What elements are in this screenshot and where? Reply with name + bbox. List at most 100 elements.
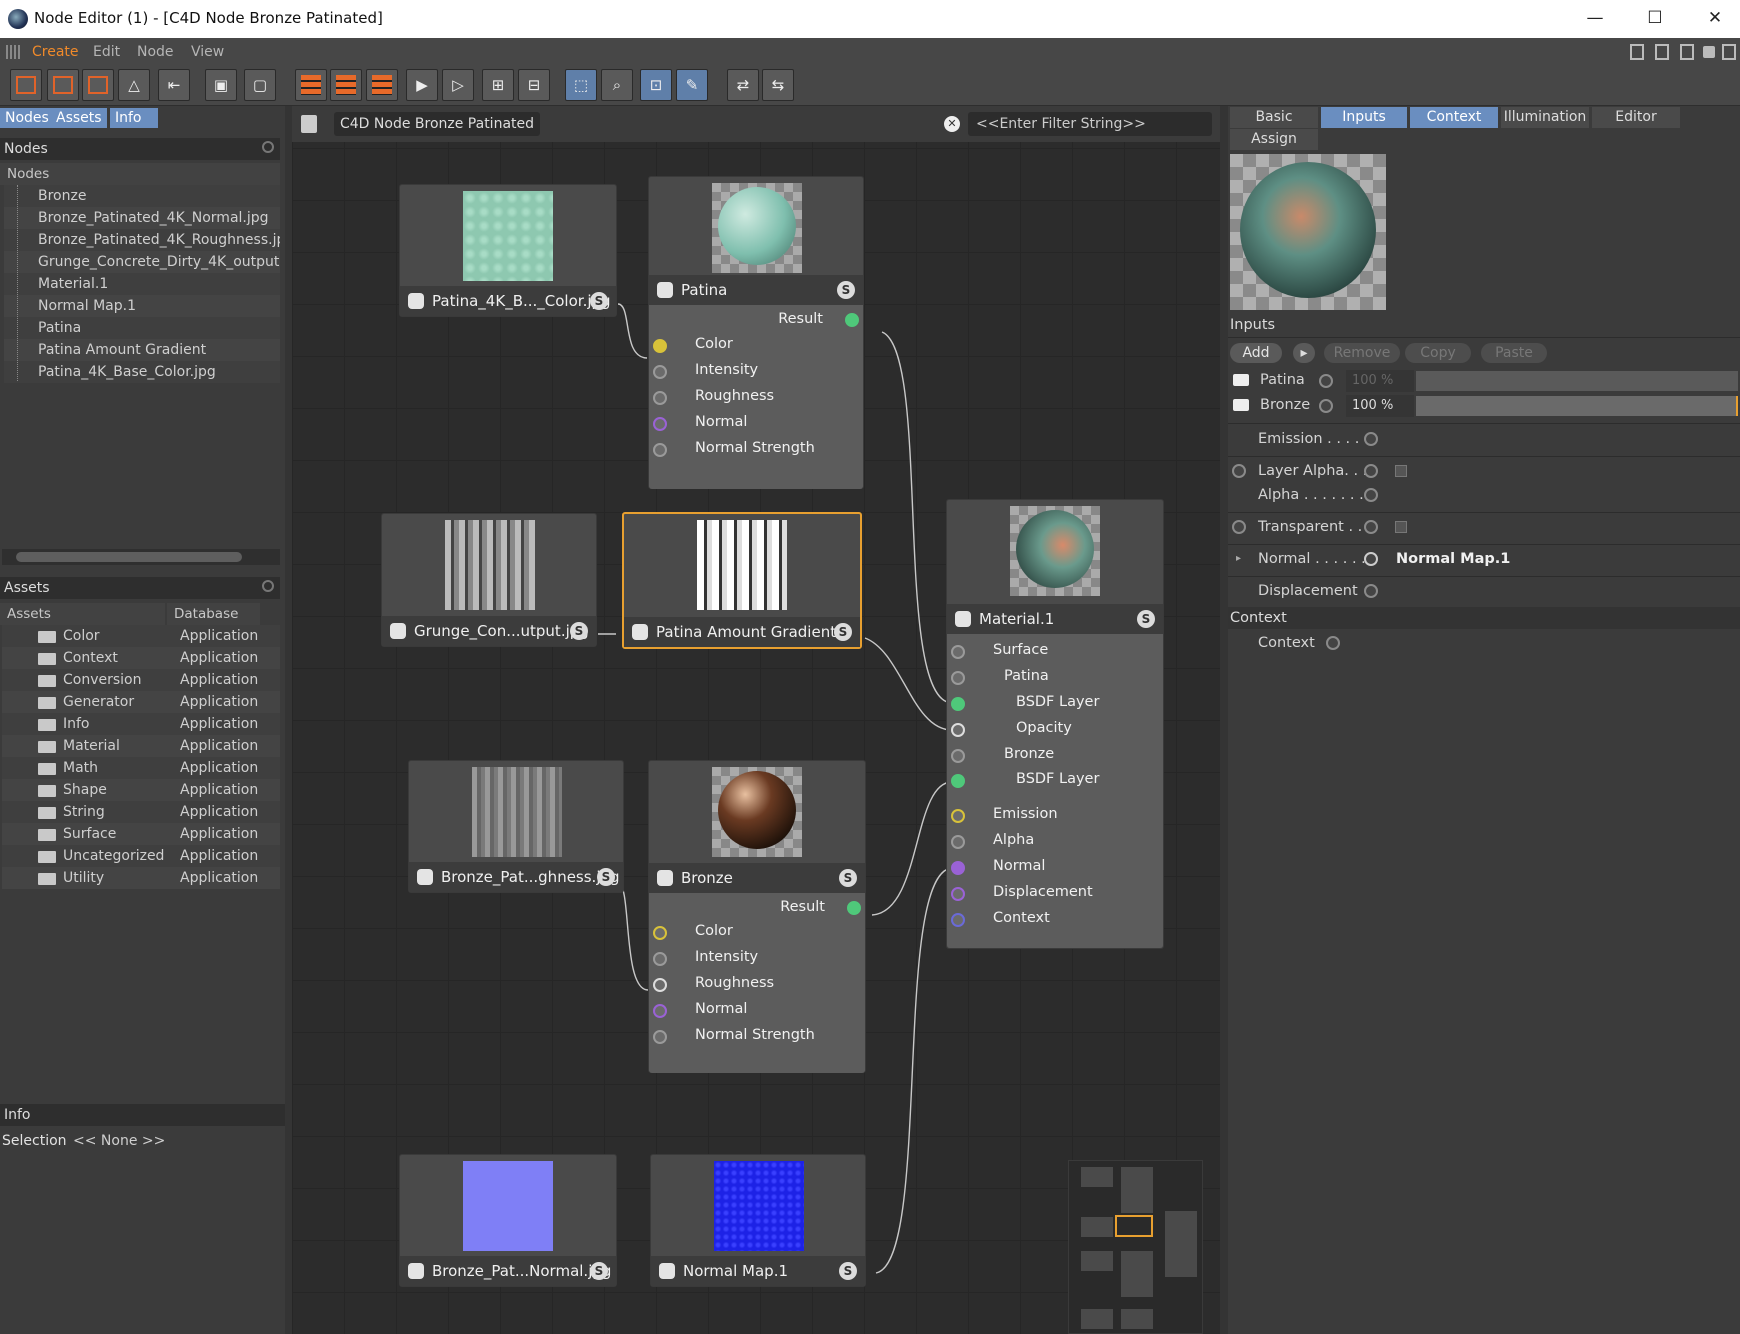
layer-alpha-enable-icon[interactable] [1232, 464, 1246, 478]
breadcrumb[interactable]: C4D Node Bronze Patinated [334, 112, 541, 136]
asset-row-shape[interactable]: Shape Application [2, 779, 280, 801]
node-material[interactable]: Material.1 S Surface Patina BSDF Layer Op… [946, 499, 1164, 949]
input-port-normal[interactable] [653, 1004, 667, 1018]
input-port-emission[interactable] [951, 809, 965, 823]
transparent-enable-icon[interactable] [1232, 520, 1246, 534]
arrange-icon[interactable]: ⊞ [482, 69, 514, 101]
alpha-port-icon[interactable] [1364, 488, 1378, 502]
lock-icon[interactable] [1703, 46, 1715, 58]
menu-view[interactable]: View [191, 44, 224, 60]
asset-row-conversion[interactable]: Conversion Application [2, 669, 280, 691]
layout-icon[interactable] [1680, 44, 1694, 60]
solo-badge-icon[interactable]: S [597, 868, 615, 886]
node-patina-color-texture[interactable]: Patina_4K_B..._Color.jpg S [399, 184, 617, 317]
database-column-header[interactable]: Database [167, 603, 260, 625]
normal-link-value[interactable]: Normal Map.1 [1396, 551, 1510, 567]
output-port[interactable] [845, 313, 859, 327]
add-port-icon[interactable] [82, 69, 114, 101]
input-port-context[interactable] [951, 913, 965, 927]
input-port-normal[interactable] [951, 861, 965, 875]
tab-basic[interactable]: Basic [1230, 107, 1318, 128]
input-port-alpha[interactable] [951, 835, 965, 849]
expand-icon[interactable] [330, 69, 362, 101]
asset-row-color[interactable]: Color Application [2, 625, 280, 647]
node-patina[interactable]: Patina S Result Color Intensity Roughness… [648, 176, 864, 489]
new-panel-icon[interactable] [1722, 44, 1736, 60]
eye-icon[interactable] [1233, 374, 1249, 386]
input-port-opacity[interactable] [951, 723, 965, 737]
add-button[interactable]: Add [1230, 343, 1282, 363]
transparent-port-icon[interactable] [1364, 520, 1378, 534]
add-arrow-icon[interactable]: ▸ [1293, 343, 1315, 363]
emission-port-icon[interactable] [1364, 432, 1378, 446]
graph-icon[interactable] [301, 115, 317, 133]
tab-info[interactable]: Info [110, 108, 158, 128]
input-port-roughness[interactable] [653, 978, 667, 992]
asset-row-string[interactable]: String Application [2, 801, 280, 823]
remove-button[interactable]: Remove [1324, 343, 1400, 363]
transparent-checkbox[interactable] [1395, 521, 1407, 533]
input-port-normal-strength[interactable] [653, 1030, 667, 1044]
tree-item[interactable]: Patina_4K_Base_Color.jpg [4, 361, 280, 383]
search-icon[interactable] [262, 580, 274, 592]
frame-selected-icon[interactable]: ⬚ [565, 69, 597, 101]
menu-create[interactable]: Create [32, 44, 79, 60]
tree-item-material[interactable]: Material.1 [4, 273, 280, 295]
asset-row-generator[interactable]: Generator Application [2, 691, 280, 713]
input-port-roughness[interactable] [653, 391, 667, 405]
solo-badge-icon[interactable]: S [839, 1262, 857, 1280]
material-preview[interactable] [1230, 154, 1386, 310]
eye-icon[interactable] [1233, 399, 1249, 411]
node-bronze-roughness-texture[interactable]: Bronze_Pat...ghness.jpg S [408, 760, 624, 893]
edit-icon[interactable]: ✎ [676, 69, 708, 101]
input-port-color[interactable] [653, 339, 667, 353]
solo-badge-icon[interactable]: S [839, 869, 857, 887]
step-icon[interactable]: ▷ [442, 69, 474, 101]
close-button[interactable]: ✕ [1685, 0, 1740, 38]
list-icon[interactable] [366, 69, 398, 101]
solo-badge-icon[interactable]: S [1137, 610, 1155, 628]
input-port-normal-strength[interactable] [653, 443, 667, 457]
align-icon[interactable]: ⊟ [518, 69, 550, 101]
layer-alpha-checkbox[interactable] [1395, 465, 1407, 477]
paste-button[interactable]: Paste [1481, 343, 1547, 363]
solo-badge-icon[interactable]: S [590, 1262, 608, 1280]
solo-badge-icon[interactable]: S [570, 622, 588, 640]
input-port-intensity[interactable] [653, 952, 667, 966]
input-port-color[interactable] [653, 926, 667, 940]
slider-bronze[interactable] [1416, 396, 1738, 416]
copy-button[interactable]: Copy [1405, 343, 1471, 363]
layer-alpha-port-icon[interactable] [1364, 464, 1378, 478]
play-icon[interactable]: ▶ [406, 69, 438, 101]
search-icon[interactable] [262, 141, 274, 153]
layout-icon[interactable] [1630, 44, 1644, 60]
asset-row-context[interactable]: Context Application [2, 647, 280, 669]
input-port-intensity[interactable] [653, 365, 667, 379]
unsolo-icon[interactable]: ▢ [244, 69, 276, 101]
input-port-displacement[interactable] [951, 887, 965, 901]
expand-arrow-icon[interactable]: ▸ [1236, 553, 1241, 564]
input-port-normal[interactable] [653, 417, 667, 431]
triangle-icon[interactable]: △ [118, 69, 150, 101]
keyframe-icon[interactable] [1319, 374, 1333, 388]
menu-node[interactable]: Node [137, 44, 174, 60]
clear-filter-icon[interactable]: ✕ [944, 116, 960, 132]
input-port-bsdf-layer[interactable] [951, 697, 965, 711]
output-port[interactable] [847, 901, 861, 915]
layer-value-bronze[interactable]: 100 % [1346, 395, 1414, 417]
tree-item[interactable]: Bronze_Patinated_4K_Normal.jpg [4, 207, 280, 229]
keyframe-icon[interactable] [1319, 399, 1333, 413]
tab-nodes[interactable]: Nodes [0, 108, 54, 128]
add-group-icon[interactable] [47, 69, 79, 101]
tab-assign[interactable]: Assign [1230, 129, 1318, 150]
displacement-port-icon[interactable] [1364, 584, 1378, 598]
move-left-icon[interactable]: ⇄ [727, 69, 759, 101]
node-patina-amount-gradient[interactable]: Patina Amount Gradient S [622, 512, 862, 649]
node-grunge-texture[interactable]: Grunge_Con...utput.jpg S [381, 513, 597, 647]
solo-badge-icon[interactable]: S [590, 292, 608, 310]
node-bronze-normal-texture[interactable]: Bronze_Pat...Normal.jpg S [399, 1154, 617, 1287]
tab-context[interactable]: Context [1410, 107, 1498, 128]
context-port-icon[interactable] [1326, 636, 1340, 650]
maximize-button[interactable]: ☐ [1625, 0, 1685, 38]
tab-illumination[interactable]: Illumination [1501, 107, 1589, 128]
